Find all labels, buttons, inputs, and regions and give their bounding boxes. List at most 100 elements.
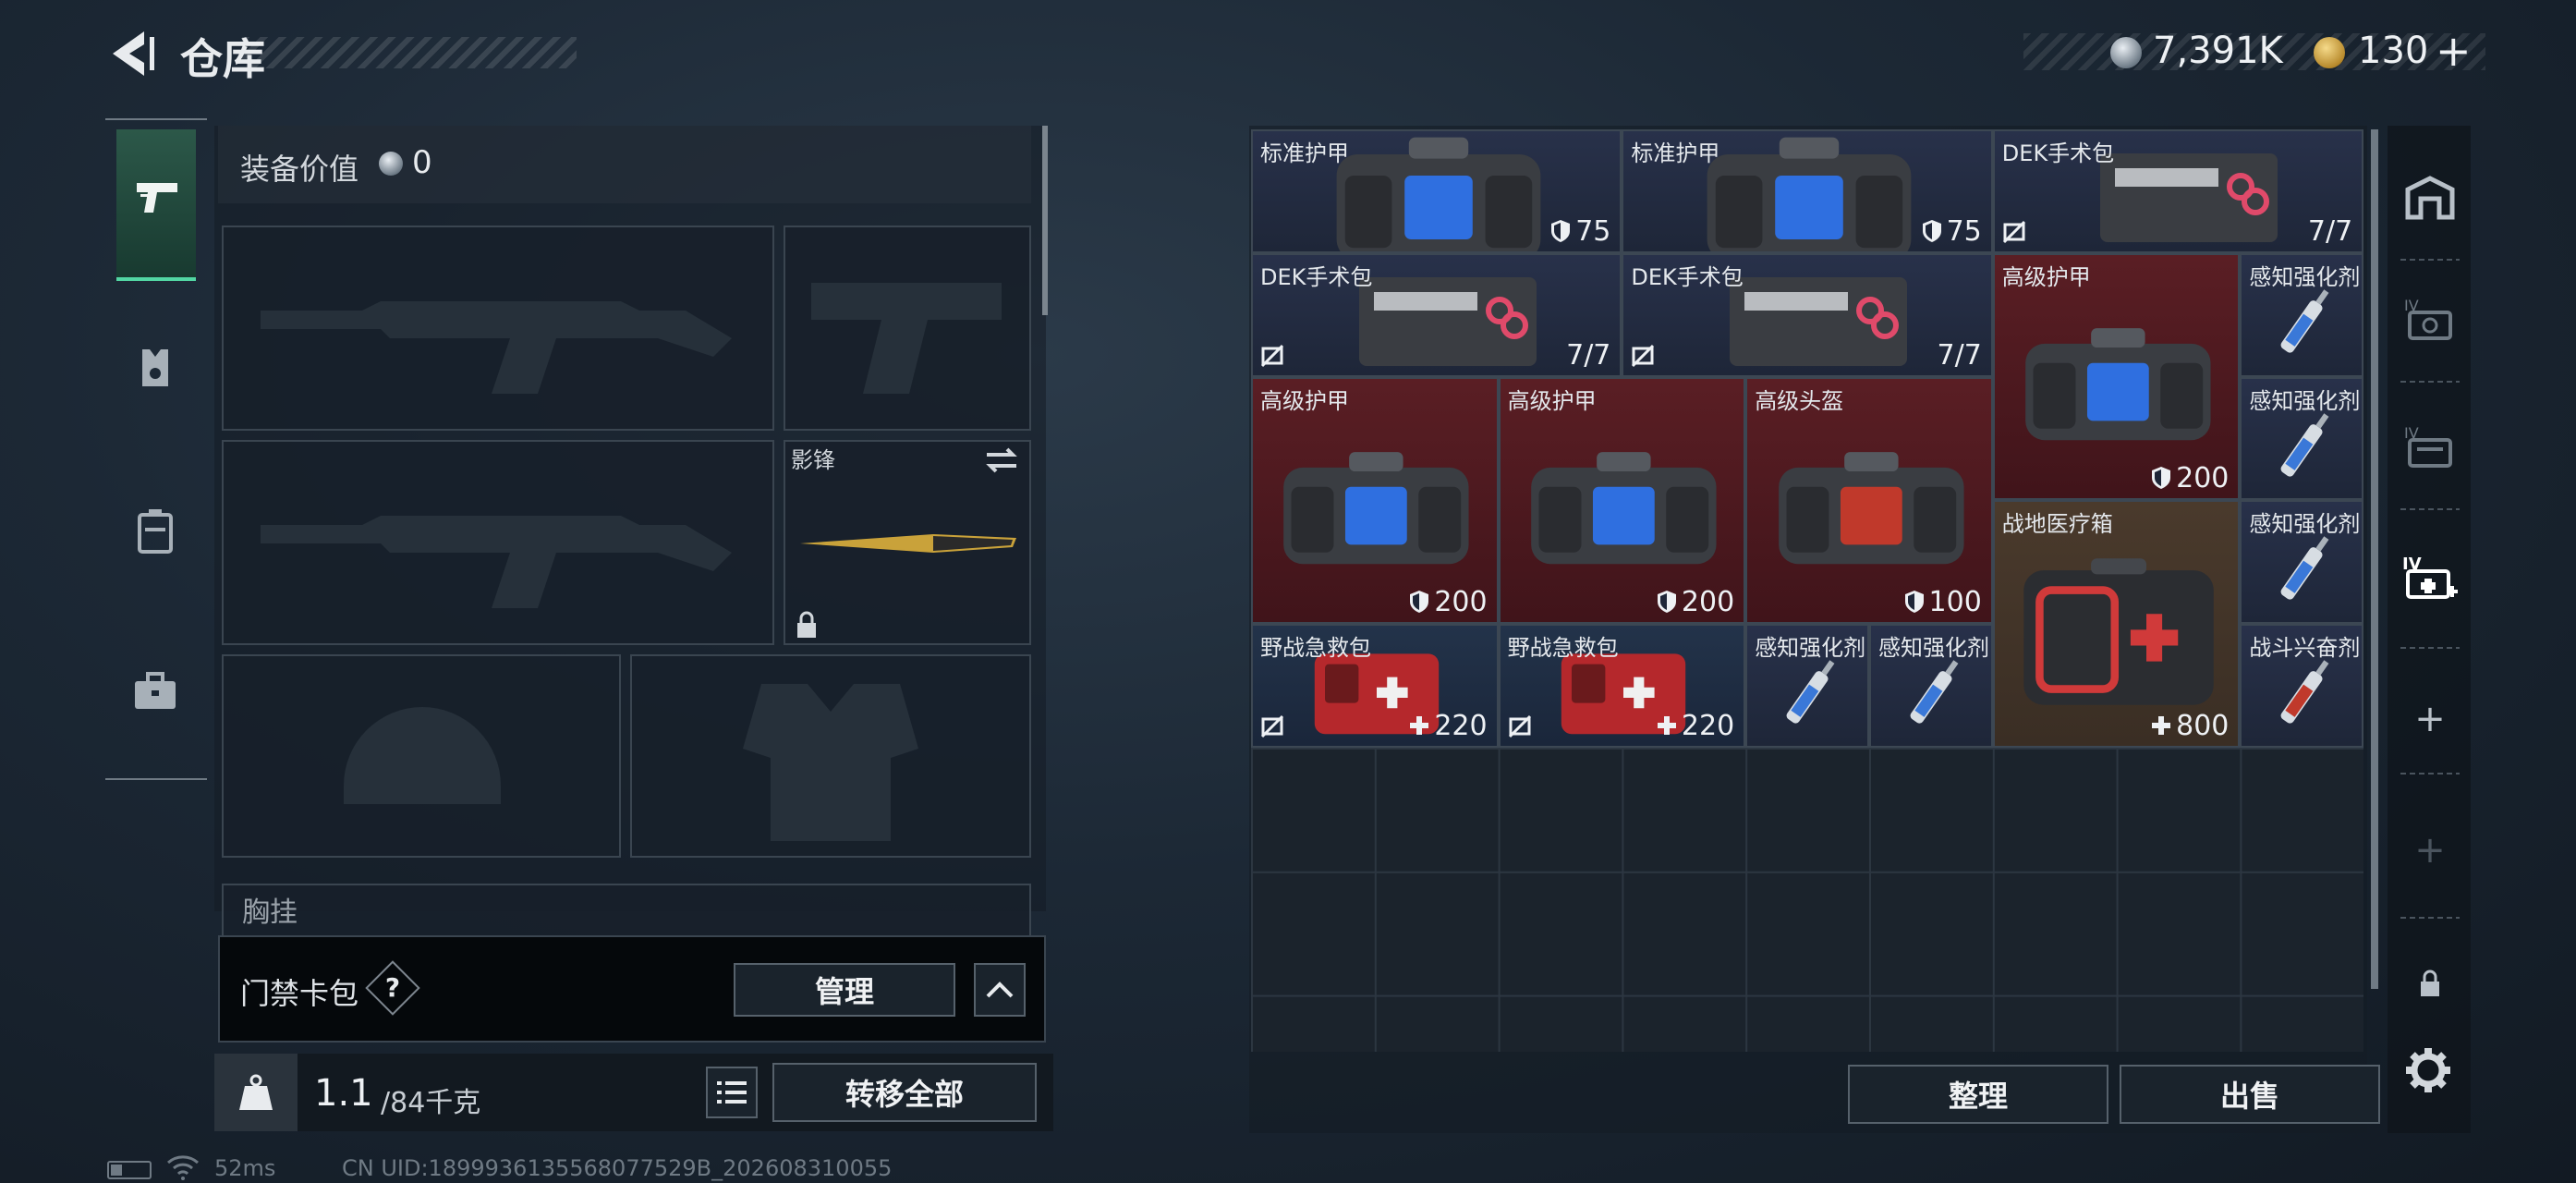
silver-coin-icon <box>2110 37 2142 68</box>
manage-button[interactable]: 管理 <box>734 963 955 1017</box>
helmet-silhouette-icon <box>344 707 501 804</box>
durability-icon <box>1551 219 1571 242</box>
item-name: 高级护甲 <box>2001 263 2091 290</box>
storage-item[interactable]: 感知强化剂 <box>2240 252 2364 377</box>
storage-item[interactable]: 标准护甲 75 <box>1251 129 1622 253</box>
transfer-all-button[interactable]: 转移全部 <box>772 1063 1037 1122</box>
syringe-icon <box>1786 660 1835 724</box>
helmet-bag-icon <box>1778 451 1964 564</box>
back-arrow-icon[interactable] <box>103 28 159 79</box>
chest-rig-slot[interactable] <box>222 884 1031 939</box>
tab-divider <box>2400 773 2460 774</box>
silver-amount: 7,391K <box>2153 30 2283 72</box>
lock-icon <box>2421 970 2439 996</box>
syringe-icon <box>2281 536 2329 601</box>
armor-bag-icon <box>1707 137 1912 251</box>
title-stripe <box>242 37 577 68</box>
weight-icon <box>239 1074 273 1110</box>
silver-coin-icon <box>379 152 403 176</box>
tertiary-weapon-slot[interactable] <box>222 440 774 645</box>
pistol-icon <box>137 183 177 213</box>
nav-tab-toolbox[interactable] <box>116 652 194 730</box>
lock-icon <box>797 611 816 638</box>
storage-item[interactable]: DEK手术包 7/7 <box>1992 129 2364 253</box>
item-value: 800 <box>2150 710 2229 742</box>
storage-tab-5[interactable]: IV <box>2395 412 2465 482</box>
sell-button[interactable]: 出售 <box>2120 1065 2380 1124</box>
primary-weapon-slot[interactable] <box>222 226 774 431</box>
settings-button[interactable] <box>2399 1041 2458 1100</box>
storage-item[interactable]: DEK手术包 7/7 <box>1251 252 1622 377</box>
storage-item[interactable]: 标准护甲 75 <box>1622 129 1993 253</box>
storage-tab-4[interactable]: IV <box>2395 285 2465 355</box>
equipment-value: 0 <box>412 144 432 181</box>
armor-bag-icon <box>1531 451 1717 564</box>
item-name: 感知强化剂 <box>1878 635 1989 662</box>
chest-rig-label: 胸挂 <box>242 896 298 929</box>
item-name: 战地医疗箱 <box>2001 511 2113 538</box>
durability-icon <box>1922 219 1941 242</box>
item-name: DEK手术包 <box>1631 263 1744 290</box>
syringe-icon <box>2281 289 2329 353</box>
help-icon[interactable]: ? <box>373 969 412 1007</box>
storage-scrollbar[interactable] <box>2371 129 2378 989</box>
equipment-value-label: 装备价值 <box>240 152 359 187</box>
storage-item[interactable]: 战斗兴奋剂 <box>2240 624 2364 748</box>
tab-divider <box>2400 647 2460 649</box>
nav-tab-weapons[interactable] <box>116 129 196 281</box>
equipment-scrollbar[interactable] <box>1042 126 1048 315</box>
tab-divider <box>2400 381 2460 383</box>
nav-tab-backpack[interactable] <box>116 492 194 569</box>
storage-item[interactable]: 野战急救包 220 <box>1498 624 1746 748</box>
no-insurance-icon <box>1260 344 1284 367</box>
storage-tab-medical[interactable]: IV <box>2395 545 2465 616</box>
nav-tab-armor[interactable] <box>116 329 194 407</box>
gear-icon <box>2406 1048 2450 1092</box>
backpack-icon <box>138 509 173 554</box>
no-insurance-icon <box>2002 220 2025 243</box>
armor-slot[interactable] <box>630 654 1031 858</box>
add-storage-button[interactable]: + <box>2395 691 2465 747</box>
heal-icon <box>1657 715 1676 735</box>
storage-item[interactable]: 感知强化剂 <box>2240 500 2364 625</box>
add-storage-button-disabled[interactable]: + <box>2395 823 2465 878</box>
storage-item[interactable]: 感知强化剂 <box>1869 624 1993 748</box>
knife-name: 影锋 <box>791 447 835 473</box>
sort-button[interactable]: 整理 <box>1848 1065 2108 1124</box>
storage-item[interactable]: 感知强化剂 <box>1745 624 1869 748</box>
item-value: 7/7 <box>1566 338 1611 372</box>
armor-bag-icon <box>1336 137 1541 251</box>
keycard-label: 门禁卡包 <box>240 976 359 1011</box>
item-value: 200 <box>1408 586 1488 618</box>
storage-item[interactable]: 战地医疗箱 800 <box>1992 500 2241 748</box>
helmet-slot[interactable] <box>222 654 621 858</box>
no-insurance-icon <box>1508 714 1531 738</box>
storage-item[interactable]: 野战急救包 220 <box>1251 624 1499 748</box>
secondary-weapon-slot[interactable] <box>784 226 1031 431</box>
item-name: DEK手术包 <box>2001 140 2115 166</box>
storage-item[interactable]: DEK手术包 7/7 <box>1622 252 1993 377</box>
swap-icon[interactable] <box>983 445 1020 475</box>
item-value: 75 <box>1921 215 1982 248</box>
add-currency-button[interactable]: + <box>2436 26 2472 76</box>
storage-item[interactable]: 高级护甲 200 <box>1498 376 1746 625</box>
storage-item[interactable]: 高级护甲 200 <box>1992 252 2241 501</box>
ping-text: 52ms <box>214 1155 276 1181</box>
weight-max: /84千克 <box>381 1087 481 1119</box>
storage-item[interactable]: 高级护甲 200 <box>1251 376 1499 625</box>
armor-silhouette-icon <box>743 684 918 841</box>
chevron-up-icon <box>986 982 1014 998</box>
list-view-button[interactable] <box>706 1067 758 1118</box>
storage-tab-home[interactable] <box>2395 163 2465 233</box>
knife-icon <box>800 534 1016 553</box>
durability-icon <box>1657 591 1676 614</box>
surgery-kit-icon <box>2100 152 2278 242</box>
storage-item[interactable]: 高级头盔 100 <box>1745 376 1993 625</box>
collapse-button[interactable] <box>974 963 1026 1017</box>
armor-bag-icon <box>1283 451 1469 564</box>
storage-item[interactable]: 感知强化剂 <box>2240 376 2364 501</box>
home-icon <box>2405 176 2455 220</box>
weight-current: 1.1 <box>314 1072 373 1115</box>
storage-tab-locked <box>2395 948 2465 1018</box>
syringe-icon <box>2281 660 2329 724</box>
